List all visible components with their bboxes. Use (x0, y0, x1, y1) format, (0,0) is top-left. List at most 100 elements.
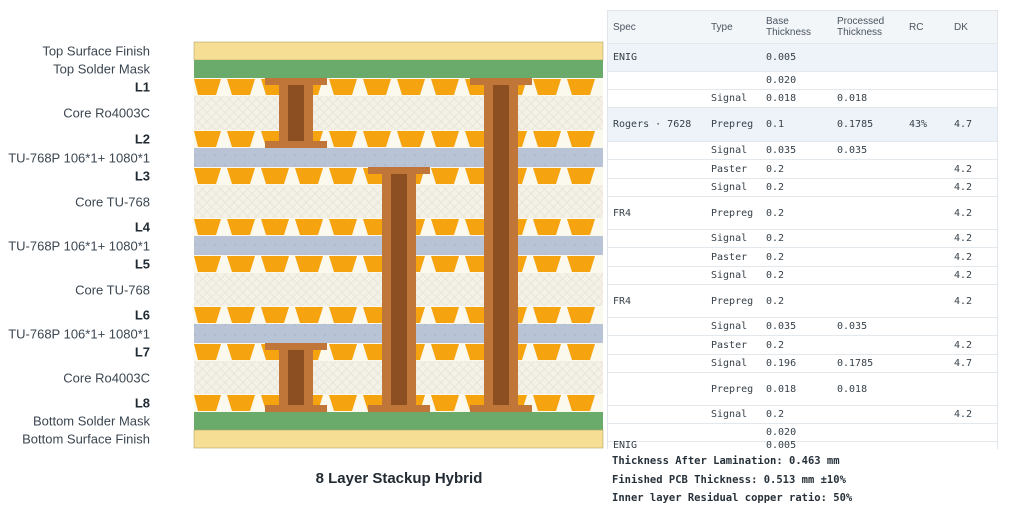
thickness-after-lamination: Thickness After Lamination: 0.463 mm (612, 455, 840, 467)
header-processed-thickness: Processed Thickness (837, 11, 884, 43)
cell-processed: 0.018 (837, 93, 868, 104)
cell-type: Prepreg (711, 119, 754, 130)
header-proc-line1: Processed (837, 16, 885, 27)
header-base-line1: Base (766, 16, 789, 27)
cell-processed: 0.035 (837, 145, 868, 156)
via-blind-bottom-fill (288, 350, 304, 405)
via-through-bottom-pad (470, 405, 532, 412)
cell-processed: 0.018 (837, 383, 868, 395)
via-blind-top-fill (288, 85, 304, 141)
layer-5-tu-768p-106-1-1080-1 (194, 148, 603, 167)
summary-block: Thickness After Lamination: 0.463 mm Fin… (612, 452, 852, 508)
via-through-top-pad (470, 78, 532, 85)
cell-type: Signal (711, 93, 748, 104)
cell-type: Signal (711, 182, 748, 193)
cell-base: 0.2 (766, 233, 785, 244)
cell-base: 0.2 (766, 182, 785, 193)
cell-base: 0.2 (766, 339, 785, 351)
cell-dk: 4.2 (954, 182, 973, 193)
cell-base: 0.2 (766, 207, 785, 219)
cell-type: Paster (711, 163, 748, 175)
table-row: Signal 0.2 4.2 (608, 229, 997, 247)
cell-processed: 0.035 (837, 321, 868, 332)
cell-base: 0.020 (766, 75, 797, 86)
inner-layer-copper-ratio: Inner layer Residual copper ratio: 50% (612, 492, 853, 504)
cell-dk: 4.2 (954, 339, 973, 351)
header-spec: Spec (613, 21, 636, 33)
table-row: Signal 0.196 0.1785 4.7 (608, 354, 997, 372)
cell-spec: ENIG (613, 52, 638, 63)
cell-dk: 4.2 (954, 163, 973, 175)
via-buried-fill (391, 174, 407, 405)
stackup-table: Spec Type Base Thickness Processed Thick… (607, 10, 998, 451)
cell-base: 0.2 (766, 251, 785, 263)
via-blind-bottom-bottom-pad (265, 405, 327, 412)
cell-dk: 4.2 (954, 251, 973, 263)
via-blind-bottom-top-pad (265, 343, 327, 350)
header-base-line2: Thickness (766, 27, 812, 38)
layer-18-bottom-surface-finish (193, 429, 604, 449)
cell-type: Prepreg (711, 207, 754, 219)
header-dk: DK (954, 21, 968, 33)
cell-type: Signal (711, 233, 748, 244)
layer-1-top-solder-mask (194, 60, 603, 78)
cell-dk: 4.2 (954, 207, 973, 219)
cell-base: 0.2 (766, 409, 785, 420)
layer-2-l1 (194, 78, 603, 96)
table-row: FR4 Prepreg 0.2 4.2 (608, 284, 997, 317)
cell-dk: 4.2 (954, 233, 973, 244)
cell-type: Signal (711, 358, 748, 369)
cell-dk: 4.2 (954, 270, 973, 281)
table-row: 0.020 (608, 71, 997, 89)
cell-type: Paster (711, 251, 748, 263)
cell-type: Signal (711, 270, 748, 281)
header-proc-line2: Thickness (837, 27, 883, 38)
table-row: Signal 0.2 4.2 (608, 178, 997, 196)
layer-0-top-surface-finish (193, 41, 604, 61)
cell-dk: 4.2 (954, 295, 973, 307)
cell-base: 0.196 (766, 358, 797, 369)
table-row: Paster 0.2 4.2 (608, 159, 997, 178)
cell-type: Signal (711, 409, 748, 420)
layer-17-bottom-solder-mask (194, 412, 603, 430)
cell-processed: 0.1785 (837, 119, 874, 130)
table-row: Signal 0.018 0.018 (608, 89, 997, 107)
diagram-title: 8 Layer Stackup Hybrid (315, 470, 483, 487)
table-row: Signal 0.2 4.2 (608, 266, 997, 284)
table-row: Paster 0.2 4.2 (608, 335, 997, 354)
finished-pcb-thickness: Finished PCB Thickness: 0.513 mm ±10% (612, 473, 846, 486)
table-row: ENIG 0.005 (608, 440, 997, 451)
cell-spec: FR4 (613, 207, 632, 219)
cell-base: 0.020 (766, 427, 797, 438)
via-through-fill (493, 85, 509, 405)
table-row: Signal 0.035 0.035 (608, 141, 997, 159)
cell-spec: Rogers · 7628 (613, 119, 692, 130)
cell-dk: 4.2 (954, 409, 973, 420)
cell-base: 0.2 (766, 295, 785, 307)
cell-spec: FR4 (613, 295, 632, 307)
table-row: FR4 Prepreg 0.2 4.2 (608, 196, 997, 229)
cell-type: Prepreg (711, 295, 754, 307)
table-row: 0.020 (608, 423, 997, 441)
table-row: Rogers · 7628 Prepreg 0.1 0.1785 43% 4.7 (608, 107, 997, 141)
cell-type: Paster (711, 339, 748, 351)
header-type: Type (711, 21, 733, 33)
via-buried-top-pad (368, 167, 430, 174)
cell-base: 0.018 (766, 383, 797, 395)
header-rc: RC (909, 21, 924, 33)
cell-dk: 4.7 (954, 358, 973, 369)
table-row: Prepreg 0.018 0.018 (608, 372, 997, 405)
cell-base: 0.1 (766, 119, 785, 130)
cell-base: 0.035 (766, 321, 797, 332)
cell-base: 0.2 (766, 270, 785, 281)
table-row: Signal 0.2 4.2 (608, 405, 997, 423)
table-row: ENIG 0.005 (608, 43, 997, 71)
via-buried-bottom-pad (368, 405, 430, 412)
table-row: Signal 0.035 0.035 (608, 317, 997, 335)
cell-type: Signal (711, 321, 748, 332)
cell-processed: 0.1785 (837, 358, 874, 369)
via-blind-top-top-pad (265, 78, 327, 85)
cell-base: 0.2 (766, 163, 785, 175)
cell-type: Signal (711, 145, 748, 156)
table-row: Paster 0.2 4.2 (608, 247, 997, 266)
